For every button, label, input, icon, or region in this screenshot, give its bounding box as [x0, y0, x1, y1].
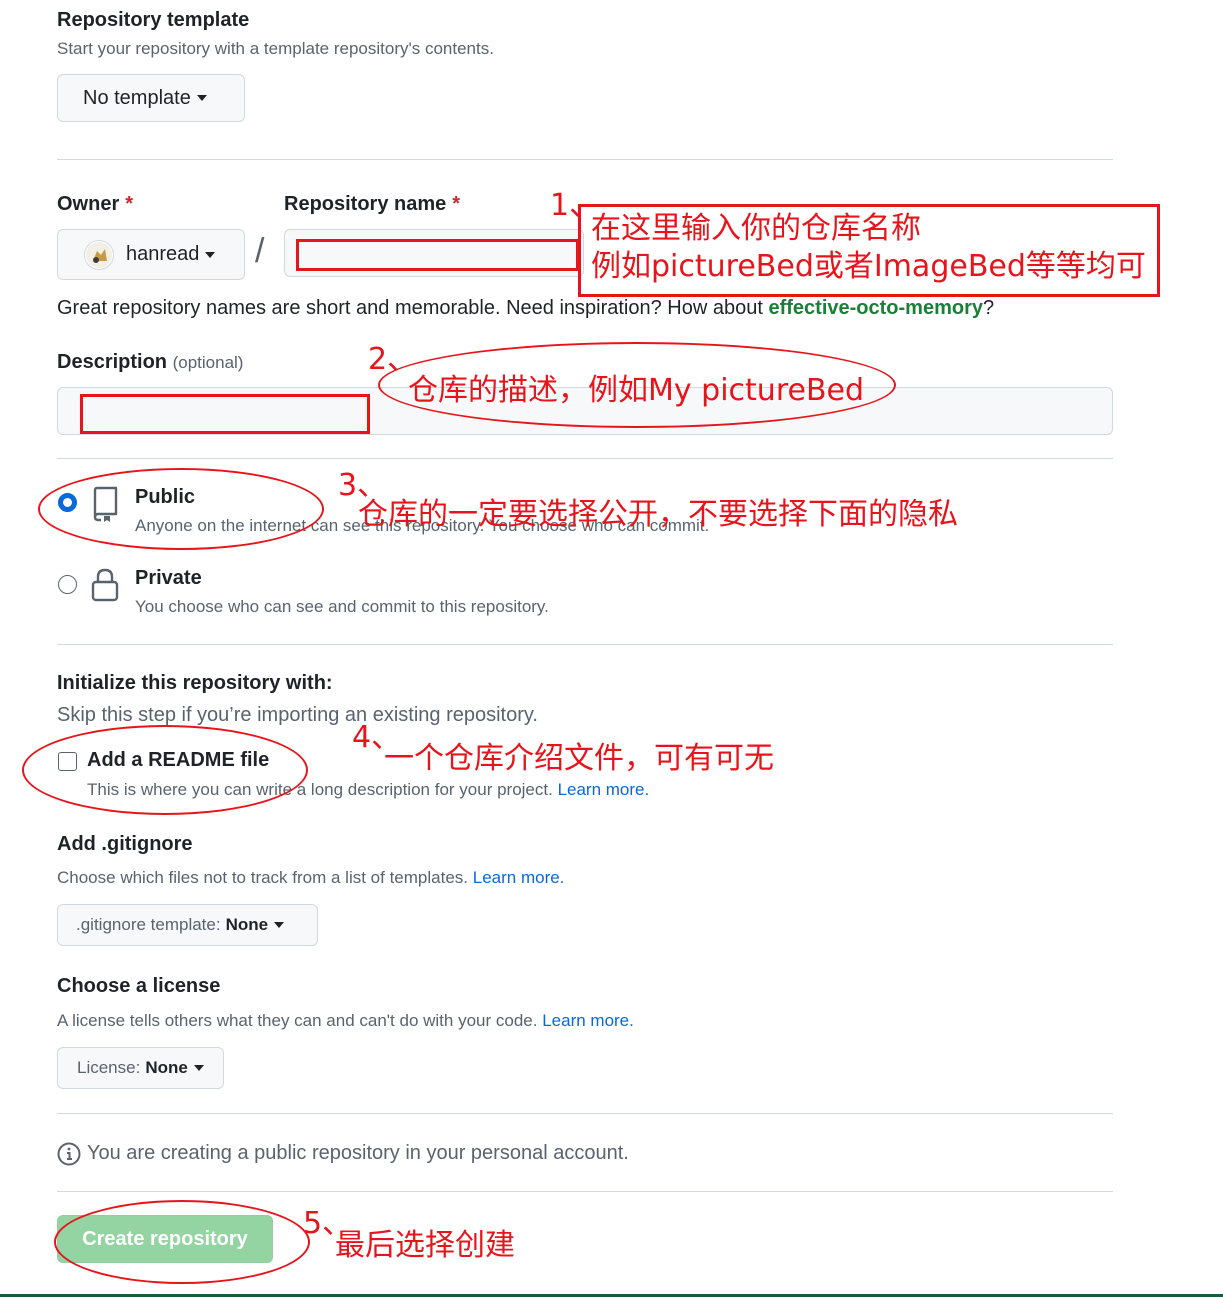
gitignore-value: None [225, 915, 269, 934]
gitignore-dropdown[interactable]: .gitignore template: None [57, 904, 318, 946]
license-dropdown[interactable]: License: None [57, 1047, 224, 1089]
divider [57, 458, 1113, 459]
private-title: Private [135, 567, 202, 589]
template-dropdown[interactable]: No template [57, 74, 245, 122]
annotation-text-5: 最后选择创建 [335, 1228, 515, 1263]
owner-dropdown[interactable]: hanread [57, 229, 245, 280]
annotation-box-repo-name [296, 239, 579, 271]
divider [57, 1191, 1113, 1192]
info-icon [57, 1142, 81, 1171]
readme-learn-more-link[interactable]: Learn more. [558, 780, 650, 799]
annotation-text-4: 一个仓库介绍文件，可有可无 [384, 741, 774, 776]
private-radio[interactable] [58, 575, 77, 594]
divider [57, 1113, 1113, 1114]
template-subtitle: Start your repository with a template re… [57, 39, 494, 58]
license-desc: A license tells others what they can and… [57, 1011, 634, 1030]
annotation-ellipse-4 [22, 725, 308, 815]
avatar [84, 239, 114, 270]
gitignore-desc: Choose which files not to track from a l… [57, 868, 565, 887]
divider [57, 644, 1113, 645]
owner-name: hanread [126, 243, 200, 265]
owner-label: Owner * [57, 193, 134, 215]
annotation-ellipse-5 [54, 1200, 310, 1284]
gitignore-learn-more-link[interactable]: Learn more. [473, 868, 565, 887]
private-desc: You choose who can see and commit to thi… [135, 597, 549, 616]
chevron-down-icon [193, 1065, 204, 1071]
annotation-ellipse-3 [38, 468, 324, 550]
annotation-text-2: 仓库的描述，例如My pictureBed [408, 373, 865, 408]
repo-name-hint: Great repository names are short and mem… [57, 297, 995, 319]
template-dropdown-label: No template [83, 86, 191, 109]
gitignore-title: Add .gitignore [57, 833, 193, 855]
visibility-notice: You are creating a public repository in … [87, 1142, 629, 1164]
name-suggestion[interactable]: effective-octo-memory [768, 297, 983, 319]
template-title: Repository template [57, 9, 250, 31]
license-learn-more-link[interactable]: Learn more. [542, 1011, 634, 1030]
repo-name-label: Repository name * [284, 193, 461, 215]
divider [57, 159, 1113, 160]
license-title: Choose a license [57, 975, 221, 997]
owner-repo-separator: / [255, 232, 265, 270]
description-label: Description (optional) [57, 351, 244, 373]
annotation-box-description [80, 394, 370, 434]
annotation-text-1: 在这里输入你的仓库名称 例如pictureBed或者ImageBed等等均可 [591, 211, 1146, 284]
chevron-down-icon [205, 251, 216, 258]
license-value: None [145, 1058, 188, 1077]
init-title: Initialize this repository with: [57, 672, 333, 694]
chevron-down-icon [274, 922, 285, 928]
lock-icon [90, 567, 120, 608]
annotation-text-3: 仓库的一定要选择公开，不要选择下面的隐私 [358, 497, 958, 532]
init-subtitle: Skip this step if you’re importing an ex… [57, 704, 538, 726]
chevron-down-icon [196, 95, 207, 101]
